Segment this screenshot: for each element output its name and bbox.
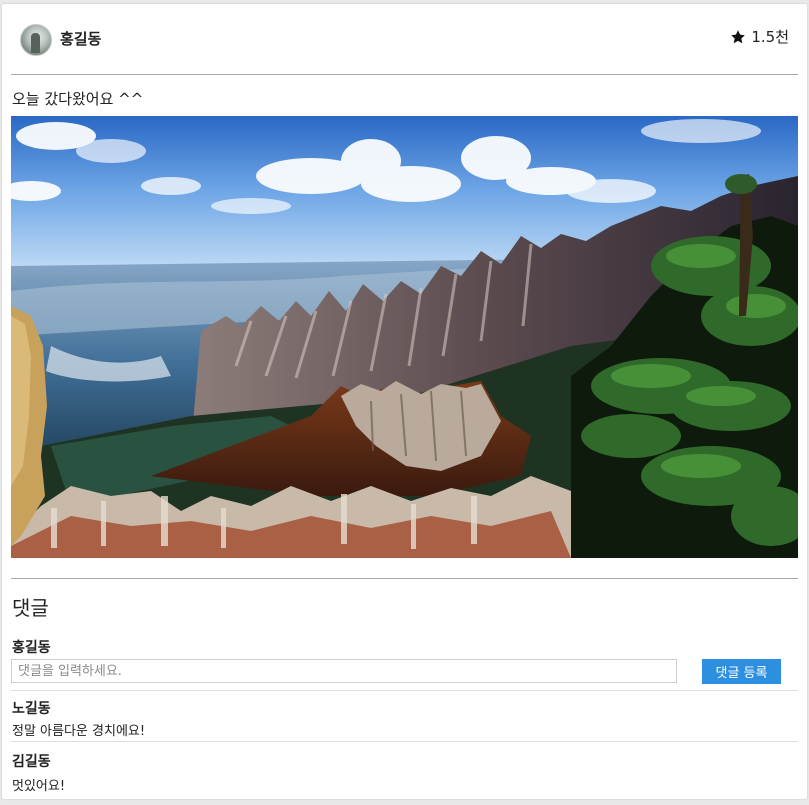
post-photo[interactable]: [11, 116, 798, 558]
avatar[interactable]: [20, 24, 52, 56]
current-user-name: 홍길동: [12, 640, 51, 656]
star-icon: [731, 29, 746, 43]
header-divider: [11, 74, 798, 75]
post-header: 홍길동 1.5천: [2, 4, 807, 74]
comment-author: 노길동: [12, 701, 51, 717]
post-caption: 오늘 갔다왔어요 ^^: [12, 90, 144, 108]
photo-divider: [11, 578, 798, 579]
comment-text: 멋있어요!: [12, 779, 66, 794]
rating[interactable]: 1.5천: [730, 26, 789, 47]
mountain-landscape-image: [11, 116, 798, 558]
post-card: 홍길동 1.5천 오늘 갔다왔어요 ^^ 댓글 홍길동 댓글을 입력하세요. 댓…: [2, 4, 807, 799]
comments-title: 댓글: [12, 596, 49, 620]
comment-divider: [11, 690, 798, 691]
comment-author: 김길동: [12, 754, 51, 770]
submit-comment-button[interactable]: 댓글 등록: [702, 659, 781, 684]
avatar-figure: [31, 33, 40, 53]
post-author[interactable]: 홍길동: [60, 28, 101, 49]
comment-text: 정말 아름다운 경치에요!: [12, 724, 146, 739]
rating-count: 1.5천: [751, 28, 789, 46]
comment-input[interactable]: [11, 659, 677, 683]
comment-divider: [11, 741, 798, 742]
